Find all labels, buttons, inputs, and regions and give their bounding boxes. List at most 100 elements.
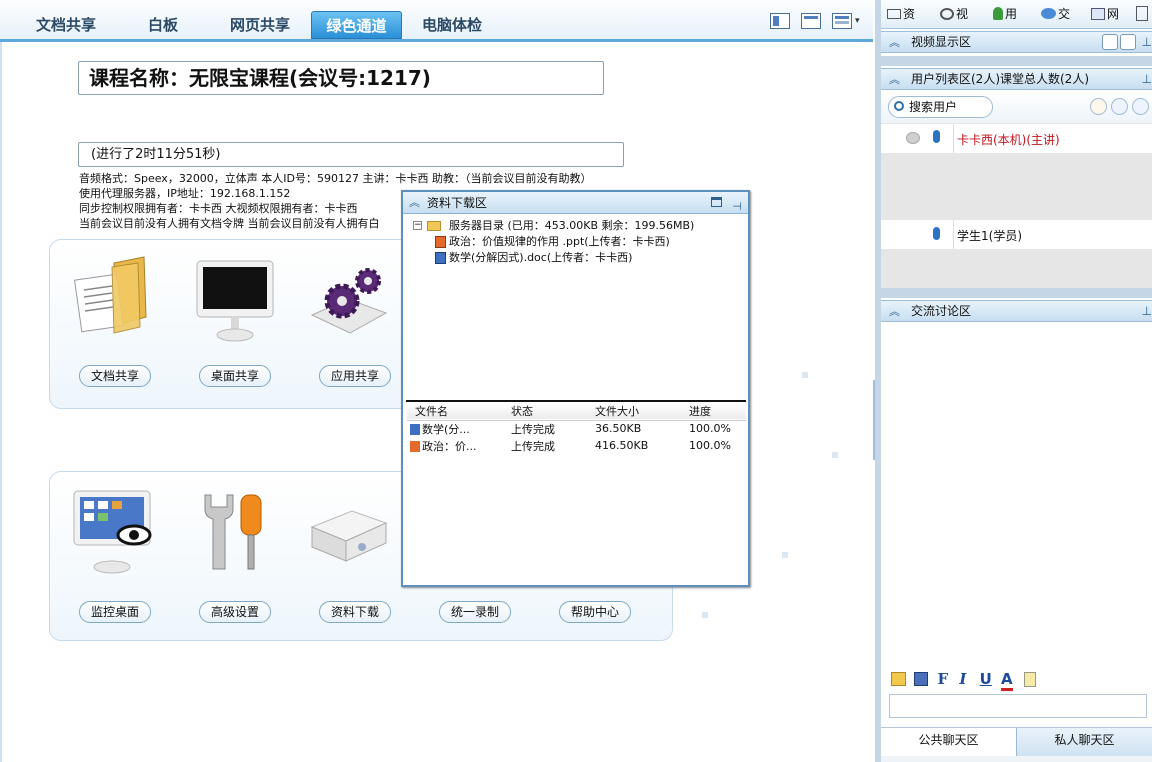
- tab-whiteboard[interactable]: 白板: [126, 11, 200, 39]
- tree-file-item[interactable]: 数学(分解因式).doc(上传者：卡卡西): [413, 250, 694, 266]
- col-filename[interactable]: 文件名: [407, 403, 503, 420]
- server-tree: − 服务器目录 (已用：453.00KB 剩余：199.56MB) 政治：价值规…: [413, 218, 694, 266]
- collapse-chevron-icon[interactable]: ︽: [889, 33, 900, 53]
- microphone-icon: [933, 227, 940, 240]
- keyboard-icon: [887, 9, 901, 19]
- webcam-icon: [906, 132, 920, 144]
- user-tool[interactable]: 用: [993, 3, 1017, 25]
- pin-icon[interactable]: ⊥: [1142, 69, 1152, 89]
- help-center-button[interactable]: 帮助中心: [559, 601, 631, 623]
- tree-file-item[interactable]: 政治：价值规律的作用 .ppt(上传者：卡卡西): [413, 234, 694, 250]
- tab-green-channel[interactable]: 绿色通道: [311, 11, 402, 39]
- col-progress[interactable]: 进度: [679, 403, 746, 420]
- document-share-button[interactable]: 文档共享: [79, 365, 151, 387]
- user-row-host[interactable]: 卡卡西(本机)(主讲): [881, 124, 1152, 153]
- right-toolbar: 资 视 用 交 网: [881, 0, 1152, 29]
- table-row[interactable]: 数学(分... 上传完成 36.50KB 100.0%: [407, 420, 746, 437]
- col-size[interactable]: 文件大小: [585, 403, 679, 420]
- raise-hand-icon[interactable]: [1090, 98, 1107, 115]
- speaker-icon[interactable]: [1132, 98, 1149, 115]
- tree-file-label: 政治：价值规律的作用 .ppt(上传者：卡卡西): [449, 235, 670, 248]
- search-user-input[interactable]: 搜索用户: [888, 96, 993, 118]
- video-section-header[interactable]: ︽ 视频显示区 ⊥: [881, 31, 1152, 53]
- user-row-student[interactable]: 学生1(学员): [881, 220, 1152, 249]
- doc-file-icon: [435, 252, 446, 264]
- minimize-icon[interactable]: [711, 197, 722, 207]
- tab-public-chat[interactable]: 公共聊天区: [881, 728, 1016, 756]
- desktop-share-button[interactable]: 桌面共享: [199, 365, 271, 387]
- monitor-desktop-button[interactable]: 监控桌面: [79, 601, 151, 623]
- userlist-toolbar: 搜索用户: [881, 91, 1152, 123]
- video-section-title: 视频显示区: [911, 35, 972, 49]
- collapse-chevron-icon[interactable]: ︽: [889, 70, 900, 90]
- microphone-icon: [933, 130, 940, 143]
- web-tool[interactable]: 网: [1091, 3, 1119, 25]
- video-tool[interactable]: 视: [940, 3, 968, 25]
- layout-left-icon[interactable]: [770, 13, 790, 29]
- transfer-table: 文件名 状态 文件大小 进度 数学(分... 上传完成 36.50KB 100.…: [407, 403, 746, 454]
- microphone-icon[interactable]: [1111, 98, 1128, 115]
- collapse-chevron-icon[interactable]: ︽: [889, 302, 900, 322]
- tab-bar: 文档共享 白板 网页共享 绿色通道 电脑体检 ▾: [0, 0, 873, 42]
- chat-tool-label: 交: [1058, 7, 1071, 21]
- text-color-icon[interactable]: A: [1001, 670, 1013, 691]
- chat-messages: [881, 323, 1152, 667]
- save-icon[interactable]: [914, 672, 929, 686]
- pin-icon[interactable]: ⊥: [1142, 301, 1152, 321]
- web-tool-label: 网: [1107, 7, 1120, 21]
- collapse-chevron-icon[interactable]: ︽: [409, 192, 420, 214]
- ppt-file-icon: [435, 236, 446, 248]
- download-window-header[interactable]: ︽ 资料下载区 ⊣: [403, 192, 748, 214]
- italic-icon[interactable]: I: [959, 670, 966, 688]
- row-size: 416.50KB: [595, 439, 649, 452]
- userlist-header[interactable]: ︽ 用户列表区(2人)课堂总人数(2人) ⊥: [881, 68, 1152, 90]
- font-icon[interactable]: F: [937, 670, 948, 688]
- user-icon: [993, 7, 1003, 20]
- pane-divider[interactable]: [406, 400, 746, 402]
- section-divider: [881, 288, 1152, 298]
- tab-document-share[interactable]: 文档共享: [22, 11, 110, 39]
- monitor-icon: [196, 260, 274, 342]
- tab-web-share[interactable]: 网页共享: [216, 11, 304, 39]
- resource-tool[interactable]: 资: [887, 3, 915, 25]
- layout-dropdown-icon[interactable]: ▾: [855, 16, 860, 26]
- course-title: 课程名称：无限宝课程(会议号:1217): [78, 61, 604, 95]
- info-line-audio: 音频格式：Speex，32000，立体声 本人ID号：590127 主讲：卡卡西…: [79, 172, 592, 185]
- chat-tool[interactable]: 交: [1041, 3, 1070, 25]
- user-tool-label: 用: [1005, 7, 1018, 21]
- section-divider: [881, 56, 1152, 66]
- advanced-settings-button[interactable]: 高级设置: [199, 601, 271, 623]
- clipboard-icon[interactable]: [1023, 672, 1036, 687]
- gears-icon: [310, 268, 388, 334]
- server-directory-node[interactable]: − 服务器目录 (已用：453.00KB 剩余：199.56MB): [413, 218, 694, 234]
- layout-single-icon[interactable]: [801, 13, 821, 29]
- elapsed-time: (进行了2时11分51秒): [78, 142, 624, 167]
- unified-record-button[interactable]: 统一录制: [439, 601, 511, 623]
- camera-icon: [940, 8, 954, 20]
- chat-bubble-icon: [1041, 8, 1056, 19]
- chat-section-header[interactable]: ︽ 交流讨论区 ⊥: [881, 300, 1152, 322]
- file-download-button[interactable]: 资料下载: [319, 601, 391, 623]
- tab-private-chat[interactable]: 私人聊天区: [1016, 728, 1152, 756]
- row-status: 上传完成: [511, 422, 555, 436]
- app-share-button[interactable]: 应用共享: [319, 365, 391, 387]
- underline-icon[interactable]: U: [980, 670, 992, 688]
- server-directory-label: 服务器目录 (已用：453.00KB 剩余：199.56MB): [449, 219, 695, 232]
- chat-input[interactable]: [889, 694, 1147, 718]
- search-icon: [894, 101, 904, 111]
- open-file-icon[interactable]: [891, 672, 906, 686]
- row-size: 36.50KB: [595, 422, 642, 436]
- layout-toggle-icon[interactable]: [1136, 6, 1148, 21]
- tree-collapse-icon[interactable]: −: [413, 221, 422, 230]
- tab-pc-check[interactable]: 电脑体检: [410, 11, 494, 39]
- camera-settings-icon[interactable]: [1102, 34, 1118, 50]
- video-layout-icon[interactable]: [1120, 34, 1136, 50]
- wrench-screwdriver-icon: [204, 494, 262, 570]
- chat-format-toolbar: F I U A: [891, 670, 1051, 691]
- search-placeholder: 搜索用户: [909, 100, 958, 114]
- pin-icon[interactable]: ⊥: [1142, 32, 1152, 52]
- table-row[interactable]: 政治：价... 上传完成 416.50KB 100.0%: [407, 437, 746, 454]
- pin-icon[interactable]: ⊣: [732, 196, 742, 218]
- layout-grid-icon[interactable]: [832, 13, 852, 29]
- col-status[interactable]: 状态: [503, 403, 585, 420]
